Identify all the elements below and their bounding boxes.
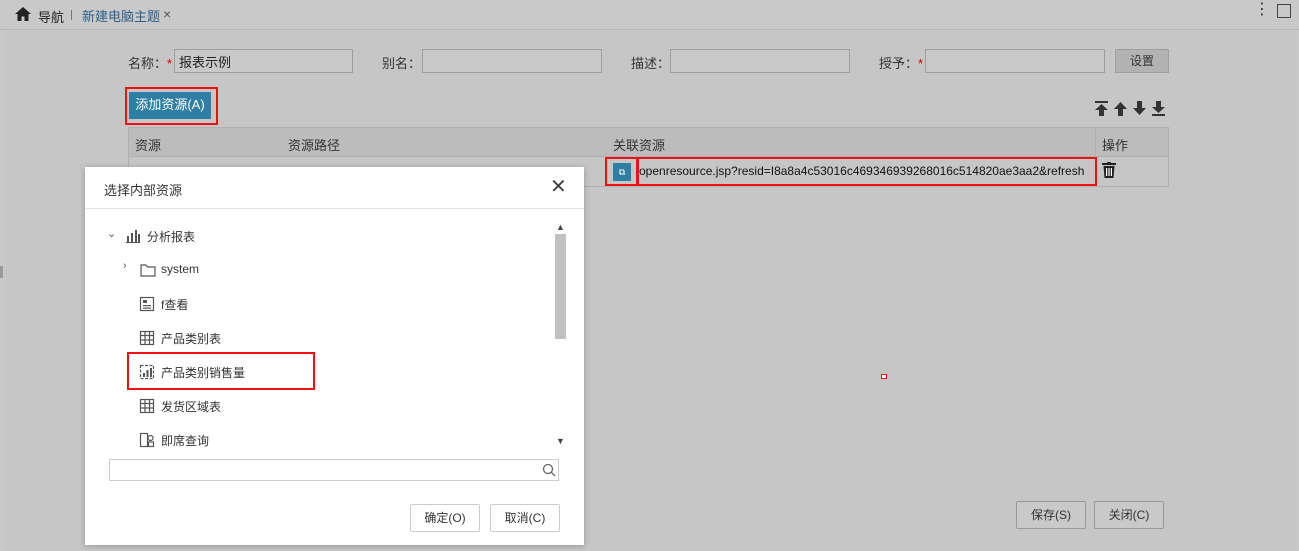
tree-node-label: 发货区域表 [161, 400, 222, 414]
image-report-icon [139, 296, 155, 312]
marker-dot [881, 374, 887, 379]
table-icon [139, 330, 155, 346]
description-input[interactable] [670, 49, 850, 73]
highlight-link-button [605, 157, 638, 186]
move-down-icon[interactable] [1132, 101, 1147, 116]
close-button[interactable]: 关闭(C) [1094, 501, 1164, 529]
scroll-thumb[interactable] [555, 234, 566, 339]
move-bottom-icon[interactable] [1151, 101, 1166, 116]
select-resource-dialog: 选择内部资源 ✕ ⌄ 分析报表 › system f查看 产品类别表 产品类别销… [85, 167, 584, 545]
tree-node-label: 产品类别表 [161, 332, 222, 346]
home-icon[interactable] [14, 5, 32, 23]
tree-node-f-view[interactable]: f查看 [139, 293, 339, 315]
scroll-down-icon[interactable]: ▼ [556, 436, 565, 446]
table-icon [139, 398, 155, 414]
tab-new-computer-theme[interactable]: 新建电脑主题 [82, 6, 160, 25]
tree-search-input[interactable] [109, 459, 559, 481]
scroll-up-icon[interactable]: ▲ [556, 222, 565, 232]
resource-tree: ⌄ 分析报表 › system f查看 产品类别表 产品类别销售量 发货区域表 … [85, 219, 555, 449]
move-top-icon[interactable] [1094, 101, 1109, 116]
column-header-linked-resource: 关联资源 [613, 138, 666, 153]
dialog-divider [85, 208, 584, 209]
name-input[interactable] [174, 49, 353, 73]
tree-node-shipping-region-table[interactable]: 发货区域表 [139, 395, 339, 417]
highlight-tree-node [127, 352, 315, 390]
more-menu-icon[interactable]: ⋮ [1254, 2, 1270, 18]
add-resource-button[interactable]: 添加资源(A) [129, 92, 211, 119]
delete-icon[interactable] [1102, 162, 1116, 178]
tree-node-label: f查看 [161, 298, 189, 312]
grant-label: 授予：* [879, 56, 924, 71]
tree-node-adhoc-query[interactable]: 即席查询 [139, 429, 339, 451]
save-button[interactable]: 保存(S) [1016, 501, 1086, 529]
tab-close-icon[interactable]: × [163, 6, 171, 22]
adhoc-query-icon [139, 432, 155, 448]
tree-node-label: system [161, 262, 200, 276]
maximize-icon[interactable] [1277, 4, 1291, 18]
description-label: 描述： [631, 56, 671, 71]
tree-node-analysis-reports[interactable]: ⌄ 分析报表 [107, 225, 307, 247]
search-icon[interactable] [542, 463, 556, 477]
tree-node-label: 分析报表 [147, 230, 196, 244]
tree-node-product-category-table[interactable]: 产品类别表 [139, 327, 339, 349]
order-toolbar [1094, 101, 1166, 116]
confirm-button[interactable]: 确定(O) [410, 504, 480, 532]
chevron-right-icon[interactable]: › [123, 260, 127, 272]
grant-input[interactable] [925, 49, 1105, 73]
folder-icon [140, 264, 156, 277]
column-header-actions: 操作 [1102, 138, 1129, 153]
bar-chart-icon [126, 230, 140, 243]
top-tab-bar: 导航 新建电脑主题 × ⋮ [0, 0, 1299, 30]
tab-separator [71, 10, 72, 20]
name-label: 名称：* [128, 56, 173, 71]
tree-node-system[interactable]: › system [123, 259, 323, 281]
alias-label: 别名： [382, 56, 422, 71]
side-panel-handle[interactable] [0, 266, 3, 278]
dialog-title: 选择内部资源 [104, 183, 183, 198]
settings-button[interactable]: 设置 [1115, 49, 1169, 73]
move-up-icon[interactable] [1113, 101, 1128, 116]
tree-node-label: 即席查询 [161, 434, 210, 448]
column-header-resource: 资源 [135, 138, 162, 153]
alias-input[interactable] [422, 49, 602, 73]
dialog-close-icon[interactable]: ✕ [550, 177, 567, 197]
column-header-path: 资源路径 [288, 138, 341, 153]
nav-tab[interactable]: 导航 [38, 7, 64, 26]
table-header: 资源 资源路径 关联资源 操作 [129, 128, 1168, 157]
cancel-button[interactable]: 取消(C) [490, 504, 560, 532]
highlight-linked-url [637, 157, 1097, 186]
chevron-down-icon[interactable]: ⌄ [107, 227, 116, 240]
